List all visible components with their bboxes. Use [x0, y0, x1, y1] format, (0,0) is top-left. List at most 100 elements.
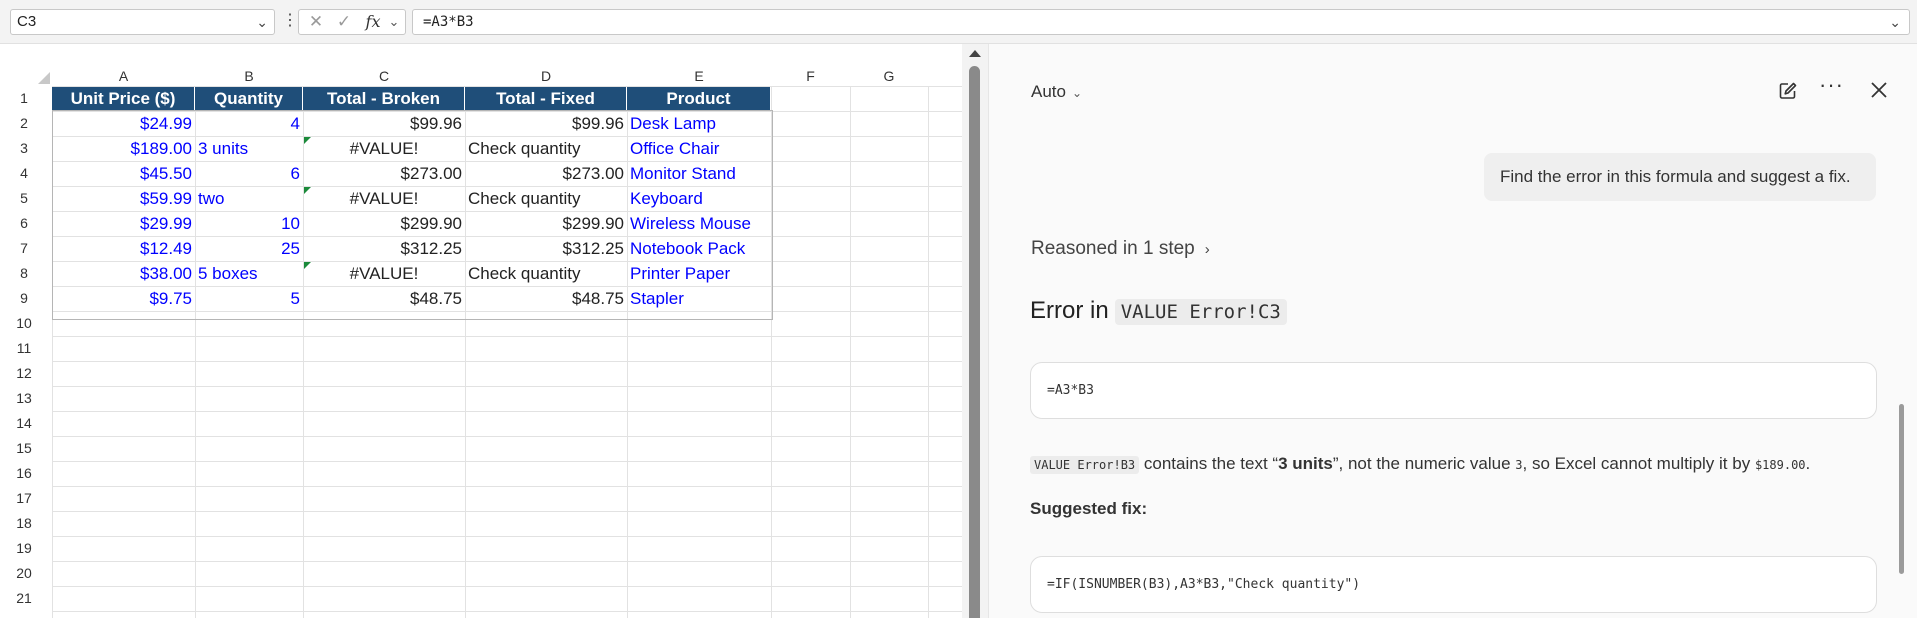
column-header-g[interactable]: G: [850, 66, 928, 86]
cell-e8[interactable]: Printer Paper: [627, 262, 771, 286]
row-header-1[interactable]: 1: [0, 86, 48, 111]
more-options-icon[interactable]: ···: [1819, 72, 1843, 98]
column-header-a[interactable]: A: [52, 66, 195, 86]
row-header-17[interactable]: 17: [0, 486, 48, 511]
pane-scrollbar-thumb[interactable]: [1899, 404, 1904, 574]
row-header-7[interactable]: 7: [0, 236, 48, 261]
cell-a3[interactable]: $189.00: [52, 137, 195, 161]
scrollbar-thumb[interactable]: [969, 66, 980, 618]
cancel-icon[interactable]: ✕: [305, 10, 327, 34]
name-box[interactable]: C3 ⌄: [10, 9, 275, 35]
cell-a9[interactable]: $9.75: [52, 287, 195, 311]
cell-a4[interactable]: $45.50: [52, 162, 195, 186]
row-header-8[interactable]: 8: [0, 261, 48, 286]
cell-a5[interactable]: $59.99: [52, 187, 195, 211]
cell-a6[interactable]: $29.99: [52, 212, 195, 236]
cell-e6[interactable]: Wireless Mouse: [627, 212, 771, 236]
row-header-13[interactable]: 13: [0, 386, 48, 411]
row-header-19[interactable]: 19: [0, 536, 48, 561]
cell-c2[interactable]: $99.96: [303, 112, 465, 136]
chevron-down-icon[interactable]: ⌄: [256, 10, 268, 34]
row-header-9[interactable]: 9: [0, 286, 48, 311]
cell-d8[interactable]: Check quantity: [465, 262, 627, 286]
cell-c7[interactable]: $312.25: [303, 237, 465, 261]
cell-b3[interactable]: 3 units: [195, 137, 303, 161]
cell-c5[interactable]: #VALUE!: [303, 187, 465, 211]
cell-a7[interactable]: $12.49: [52, 237, 195, 261]
column-header-d[interactable]: D: [465, 66, 627, 86]
cell-d6[interactable]: $299.90: [465, 212, 627, 236]
cell-b9[interactable]: 5: [195, 287, 303, 311]
row-header-2[interactable]: 2: [0, 111, 48, 136]
cell-d2[interactable]: $99.96: [465, 112, 627, 136]
row-header-16[interactable]: 16: [0, 461, 48, 486]
row-header-14[interactable]: 14: [0, 411, 48, 436]
row-header-22[interactable]: 22: [0, 611, 48, 618]
row-header-18[interactable]: 18: [0, 511, 48, 536]
cell-e4[interactable]: Monitor Stand: [627, 162, 771, 186]
cell-d9[interactable]: $48.75: [465, 287, 627, 311]
cell-e5[interactable]: Keyboard: [627, 187, 771, 211]
confirm-icon[interactable]: ✓: [333, 10, 355, 34]
row-header-10[interactable]: 10: [0, 311, 48, 336]
gridline-h: [52, 436, 962, 437]
explain-end: .: [1805, 454, 1811, 473]
cell-c6[interactable]: $299.90: [303, 212, 465, 236]
cell-a8[interactable]: $38.00: [52, 262, 195, 286]
column-header-f[interactable]: F: [771, 66, 850, 86]
reasoning-toggle[interactable]: Reasoned in 1 step ›: [1031, 238, 1210, 260]
expand-formula-icon[interactable]: ⌄: [1889, 10, 1901, 34]
cell-d4[interactable]: $273.00: [465, 162, 627, 186]
row-header-15[interactable]: 15: [0, 436, 48, 461]
row-header-5[interactable]: 5: [0, 186, 48, 211]
cell-b2[interactable]: 4: [195, 112, 303, 136]
cell-b7[interactable]: 25: [195, 237, 303, 261]
current-formula-block[interactable]: =A3*B3: [1030, 362, 1877, 419]
cell-d5[interactable]: Check quantity: [465, 187, 627, 211]
cell-d7[interactable]: $312.25: [465, 237, 627, 261]
cell-e2[interactable]: Desk Lamp: [627, 112, 771, 136]
header-cell-a[interactable]: Unit Price ($): [52, 87, 195, 111]
column-header-c[interactable]: C: [303, 66, 465, 86]
row-header-11[interactable]: 11: [0, 336, 48, 361]
function-icon[interactable]: fx: [361, 10, 385, 34]
cell-c4[interactable]: $273.00: [303, 162, 465, 186]
cell-a2[interactable]: $24.99: [52, 112, 195, 136]
chevron-right-icon: ›: [1204, 241, 1210, 258]
row-header-21[interactable]: 21: [0, 586, 48, 611]
header-cell-b[interactable]: Quantity: [195, 87, 303, 111]
cell-c8[interactable]: #VALUE!: [303, 262, 465, 286]
column-header-e[interactable]: E: [627, 66, 771, 86]
header-cell-d[interactable]: Total - Fixed: [465, 87, 627, 111]
row-header-4[interactable]: 4: [0, 161, 48, 186]
new-chat-icon[interactable]: [1777, 80, 1799, 102]
copilot-pane: Auto ⌄ ··· Find the error in this formula…: [988, 44, 1917, 618]
row-header-6[interactable]: 6: [0, 211, 48, 236]
header-cell-e[interactable]: Product: [627, 87, 771, 111]
cell-e3[interactable]: Office Chair: [627, 137, 771, 161]
header-cell-c[interactable]: Total - Broken: [303, 87, 465, 111]
row-header-20[interactable]: 20: [0, 561, 48, 586]
spreadsheet-grid[interactable]: ABCDEFG 1 2 3 4 5 6 7 8 9 10 11 12 13 14 15 16 17 18 19 20 2…: [0, 44, 962, 618]
sheet-scrollbar[interactable]: [962, 44, 988, 618]
cell-c9[interactable]: $48.75: [303, 287, 465, 311]
close-icon[interactable]: [1869, 80, 1889, 100]
select-all-corner[interactable]: [0, 66, 52, 86]
mode-dropdown[interactable]: Auto ⌄: [1031, 82, 1082, 102]
formula-input[interactable]: =A3*B3 ⌄: [412, 9, 1910, 35]
cell-e9[interactable]: Stapler: [627, 287, 771, 311]
cell-b6[interactable]: 10: [195, 212, 303, 236]
cell-d3[interactable]: Check quantity: [465, 137, 627, 161]
row-header-12[interactable]: 12: [0, 361, 48, 386]
more-vertical-icon[interactable]: ⋮: [282, 9, 298, 35]
suggested-fix-formula-block[interactable]: =IF(ISNUMBER(B3),A3*B3,"Check quantity"): [1030, 556, 1877, 613]
chevron-down-icon[interactable]: ⌄: [385, 10, 403, 34]
column-header-b[interactable]: B: [195, 66, 303, 86]
cell-e7[interactable]: Notebook Pack: [627, 237, 771, 261]
scroll-up-arrow-icon[interactable]: [969, 50, 981, 57]
row-header-3[interactable]: 3: [0, 136, 48, 161]
cell-b8[interactable]: 5 boxes: [195, 262, 303, 286]
cell-c3[interactable]: #VALUE!: [303, 137, 465, 161]
cell-b4[interactable]: 6: [195, 162, 303, 186]
cell-b5[interactable]: two: [195, 187, 303, 211]
